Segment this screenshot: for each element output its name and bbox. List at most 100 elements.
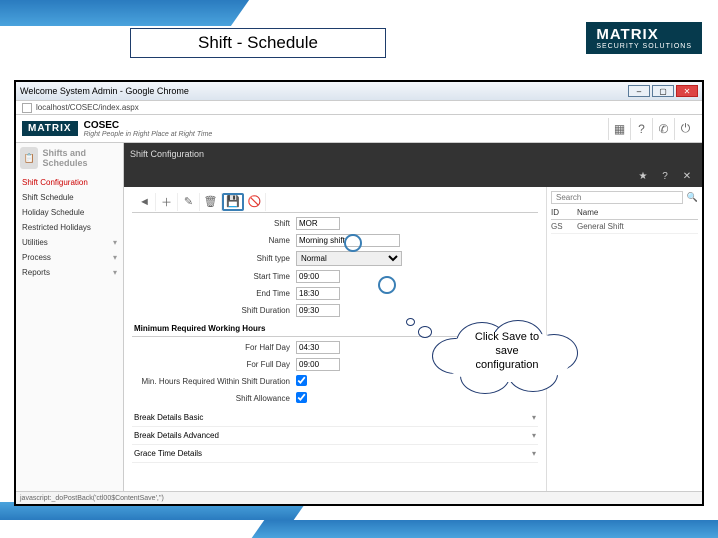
break-basic-row[interactable]: Break Details Basic▾ [132, 409, 538, 427]
window-minimize-button[interactable]: – [628, 85, 650, 97]
allow-label: Shift Allowance [132, 394, 296, 403]
sidebar-item-label: Shift Configuration [22, 178, 88, 187]
end-label: End Time [132, 289, 296, 298]
end-input[interactable] [296, 287, 340, 300]
phone-icon[interactable]: ✆ [652, 118, 674, 140]
list-header-name: Name [577, 208, 598, 217]
help-icon[interactable]: ? [630, 118, 652, 140]
chevron-down-icon: ▾ [113, 253, 117, 262]
bg-stripe-bottom-right [252, 520, 718, 538]
clipboard-icon: 📋 [20, 147, 38, 169]
close2-icon[interactable]: ✕ [678, 169, 696, 183]
break-adv-row[interactable]: Break Details Advanced ▾ [132, 427, 538, 445]
app-name: COSEC [84, 120, 213, 131]
sidebar-title: Shifts and Schedules [42, 148, 119, 168]
browser-window: Welcome System Admin - Google Chrome – ▢… [14, 80, 704, 506]
sidebar-item-label: Process [22, 253, 51, 262]
window-close-button[interactable]: ✕ [676, 85, 698, 97]
sidebar-item-shift-config[interactable]: Shift Configuration [16, 175, 123, 190]
sidebar-item-reports[interactable]: Reports ▾ [16, 265, 123, 280]
save-button[interactable]: 💾 [222, 193, 244, 211]
full-label: For Full Day [132, 360, 296, 369]
window-title: Welcome System Admin - Google Chrome [20, 86, 189, 96]
section-label: Grace Time Details [134, 449, 202, 458]
add-button[interactable]: ＋ [156, 193, 178, 211]
callout-text: Click Save to save configuration [432, 330, 582, 372]
list-item[interactable]: GS General Shift [551, 220, 698, 234]
grid-icon[interactable]: ▦ [608, 118, 630, 140]
matrix-logo: MATRIX SECURITY SOLUTIONS [586, 22, 702, 54]
within-label: Min. Hours Required Within Shift Duratio… [132, 377, 296, 386]
sidebar-item-label: Utilities [22, 238, 48, 247]
form-body: ◄ ＋ ✎ 🗑 💾 🚫 Shift Name Shift typeNormal … [124, 187, 702, 491]
chevron-down-icon: ▾ [532, 449, 536, 458]
allow-checkbox[interactable] [296, 392, 307, 403]
window-maximize-button[interactable]: ▢ [652, 85, 674, 97]
list-item-id: GS [551, 222, 577, 231]
content-area: 📋 Shifts and Schedules Shift Configurati… [16, 143, 702, 491]
grace-row[interactable]: Grace Time Details ▾ [132, 445, 538, 463]
start-label: Start Time [132, 272, 296, 281]
app-logo: MATRIX [22, 121, 78, 136]
section-label: Break Details Advanced [134, 431, 219, 440]
list-item-name: General Shift [577, 222, 624, 231]
sidebar-item-process[interactable]: Process ▾ [16, 250, 123, 265]
power-icon[interactable]: ⏻ [674, 118, 696, 140]
within-checkbox[interactable] [296, 375, 307, 386]
sidebar-item-restricted-holidays[interactable]: Restricted Holidays [16, 220, 123, 235]
list-header-id: ID [551, 208, 577, 217]
page-title: Shift Configuration [130, 149, 204, 159]
cloud-tail [418, 326, 432, 338]
start-input[interactable] [296, 270, 340, 283]
half-label: For Half Day [132, 343, 296, 352]
shift-input[interactable] [296, 217, 340, 230]
actions-toolbar: ◄ ＋ ✎ 🗑 💾 🚫 [132, 191, 538, 213]
help2-icon[interactable]: ? [656, 169, 674, 183]
sidebar-item-holiday-schedule[interactable]: Holiday Schedule [16, 205, 123, 220]
sidebar: 📋 Shifts and Schedules Shift Configurati… [16, 143, 124, 491]
prev-button[interactable]: ◄ [134, 193, 156, 211]
name-label: Name [132, 236, 296, 245]
section-label: Break Details Basic [134, 413, 203, 422]
bg-stripe-top [0, 0, 249, 26]
chevron-down-icon: ▾ [532, 431, 536, 440]
sidebar-list: Shift Configuration Shift Schedule Holid… [16, 173, 123, 282]
window-titlebar: Welcome System Admin - Google Chrome – ▢… [16, 82, 702, 100]
dur-label: Shift Duration [132, 306, 296, 315]
logo-sub: SECURITY SOLUTIONS [596, 43, 692, 50]
dur-input[interactable] [296, 304, 340, 317]
shift-label: Shift [132, 219, 296, 228]
chevron-down-icon: ▾ [113, 238, 117, 247]
page-subtitle-bar: ★ ? ✕ [124, 165, 702, 187]
type-select[interactable]: Normal [296, 251, 402, 266]
sidebar-item-shift-schedule[interactable]: Shift Schedule [16, 190, 123, 205]
list-header: ID Name [551, 206, 698, 220]
sidebar-item-label: Reports [22, 268, 50, 277]
chevron-down-icon: ▾ [113, 268, 117, 277]
callout-cloud: Click Save to save configuration [432, 322, 582, 388]
edit-button[interactable]: ✎ [178, 193, 200, 211]
sidebar-item-label: Restricted Holidays [22, 223, 91, 232]
half-input[interactable] [296, 341, 340, 354]
search-icon[interactable]: 🔍 [687, 192, 698, 203]
sidebar-header: 📋 Shifts and Schedules [16, 143, 123, 173]
name-input[interactable] [296, 234, 400, 247]
app-name-block: COSEC Right People in Right Place at Rig… [84, 120, 213, 138]
slide-title-box: Shift - Schedule [130, 28, 386, 58]
search-box: 🔍 [551, 191, 698, 204]
url-text: localhost/COSEC/index.aspx [36, 103, 139, 112]
url-bar[interactable]: localhost/COSEC/index.aspx [16, 100, 702, 115]
star-icon[interactable]: ★ [634, 169, 652, 183]
cancel-button[interactable]: 🚫 [244, 193, 266, 211]
status-bar: javascript:_doPostBack('ctl00$ContentSav… [16, 491, 702, 504]
delete-button[interactable]: 🗑 [200, 193, 222, 211]
slide-title: Shift - Schedule [198, 33, 318, 53]
full-input[interactable] [296, 358, 340, 371]
sidebar-item-utilities[interactable]: Utilities ▾ [16, 235, 123, 250]
app-header: MATRIX COSEC Right People in Right Place… [16, 115, 702, 143]
logo-brand: MATRIX [596, 26, 692, 43]
status-text: javascript:_doPostBack('ctl00$ContentSav… [20, 495, 164, 502]
type-label: Shift type [132, 254, 296, 263]
main-column: Shift Configuration ★ ? ✕ ◄ ＋ ✎ 🗑 💾 🚫 [124, 143, 702, 491]
search-input[interactable] [551, 191, 683, 204]
